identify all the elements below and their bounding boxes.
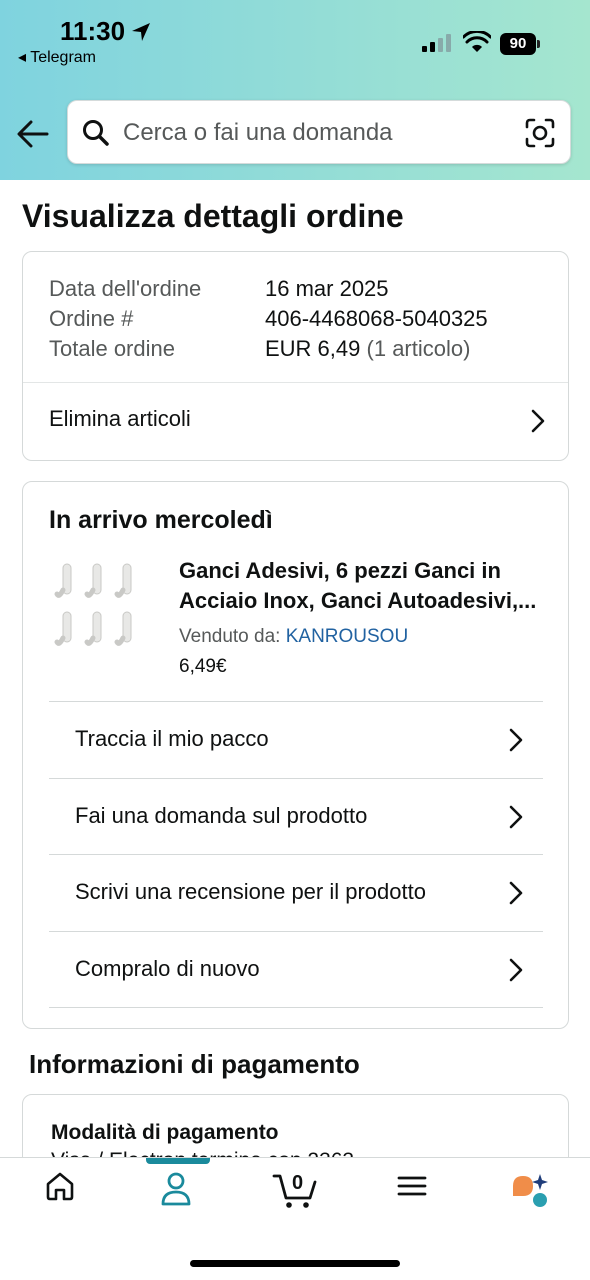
- back-to-app-link[interactable]: ◂ Telegram: [18, 47, 96, 67]
- active-tab-indicator: [146, 1158, 210, 1164]
- action-label: Traccia il mio pacco: [75, 726, 269, 751]
- tab-rufus[interactable]: [510, 1170, 570, 1220]
- chevron-right-icon: [509, 805, 523, 829]
- back-arrow-icon[interactable]: [15, 116, 51, 152]
- action-label: Scrivi una recensione per il prodotto: [75, 879, 426, 904]
- battery-level: 90: [500, 33, 536, 55]
- action-label: Compralo di nuovo: [75, 956, 260, 981]
- product-thumbnail[interactable]: [53, 562, 143, 652]
- home-icon: [46, 1172, 74, 1201]
- product-title-line1: Ganci Adesivi, 6 pezzi Ganci in: [179, 558, 501, 583]
- arrival-heading: In arrivo mercoledì: [49, 506, 273, 534]
- order-total-value: EUR 6,49 (1 articolo): [265, 336, 470, 362]
- tab-home[interactable]: [44, 1170, 104, 1220]
- sold-by-label: Venduto da:: [179, 626, 281, 647]
- menu-icon: [397, 1176, 427, 1196]
- order-date-label: Data dell'ordine: [49, 276, 202, 301]
- delete-items-row[interactable]: Elimina articoli: [23, 383, 568, 461]
- person-icon: [161, 1172, 191, 1206]
- seller-link[interactable]: KANROUSOU: [286, 626, 408, 647]
- cellular-signal-icon: [422, 34, 451, 52]
- ask-question-row[interactable]: Fai una domanda sul prodotto: [49, 779, 543, 855]
- location-arrow-icon: [132, 23, 150, 41]
- buy-again-row[interactable]: Compralo di nuovo: [49, 932, 543, 1008]
- product-price: 6,49€: [179, 656, 227, 677]
- delete-items-label: Elimina articoli: [49, 406, 191, 431]
- wifi-icon: [463, 31, 491, 52]
- product-title-line2: Acciaio Inox, Ganci Autoadesivi,...: [179, 588, 537, 613]
- search-input[interactable]: [123, 113, 513, 153]
- rufus-assistant-icon: [513, 1174, 548, 1207]
- order-total-items: (1 articolo): [366, 336, 471, 361]
- sold-by: Venduto da: KANROUSOU: [179, 626, 408, 648]
- order-summary-card: Data dell'ordine 16 mar 2025 Ordine # 40…: [22, 251, 569, 461]
- payment-section-title: Informazioni di pagamento: [29, 1049, 360, 1079]
- action-label: Fai una domanda sul prodotto: [75, 803, 368, 828]
- order-total-amount: EUR 6,49: [265, 336, 361, 361]
- order-number-label: Ordine #: [49, 306, 134, 331]
- battery-indicator: 90: [500, 33, 542, 55]
- chevron-right-icon: [509, 728, 523, 752]
- hook-shape: [54, 563, 72, 598]
- shipment-card: In arrivo mercoledì Ganci Adesivi, 6 pez…: [22, 481, 569, 1029]
- home-indicator[interactable]: [190, 1260, 400, 1267]
- cart-count-badge: 0: [292, 1172, 304, 1194]
- tab-account[interactable]: [160, 1170, 220, 1220]
- page-title: Visualizza dettagli ordine: [22, 198, 404, 234]
- track-package-row[interactable]: Traccia il mio pacco: [49, 702, 543, 778]
- chevron-right-icon: [531, 409, 545, 433]
- search-bar[interactable]: [67, 100, 571, 164]
- payment-method-label: Modalità di pagamento: [51, 1121, 279, 1144]
- order-date-value: 16 mar 2025: [265, 276, 389, 301]
- product-title[interactable]: Ganci Adesivi, 6 pezzi Ganci in Acciaio …: [179, 556, 549, 616]
- tab-menu[interactable]: [396, 1170, 456, 1220]
- chevron-right-icon: [509, 881, 523, 905]
- search-icon: [83, 120, 109, 146]
- camera-scan-icon[interactable]: [524, 117, 556, 149]
- order-number-value: 406-4468068-5040325: [265, 306, 488, 331]
- status-time: 11:30: [60, 16, 126, 46]
- order-total-label: Totale ordine: [49, 336, 175, 361]
- write-review-row[interactable]: Scrivi una recensione per il prodotto: [49, 855, 543, 931]
- chevron-right-icon: [509, 958, 523, 982]
